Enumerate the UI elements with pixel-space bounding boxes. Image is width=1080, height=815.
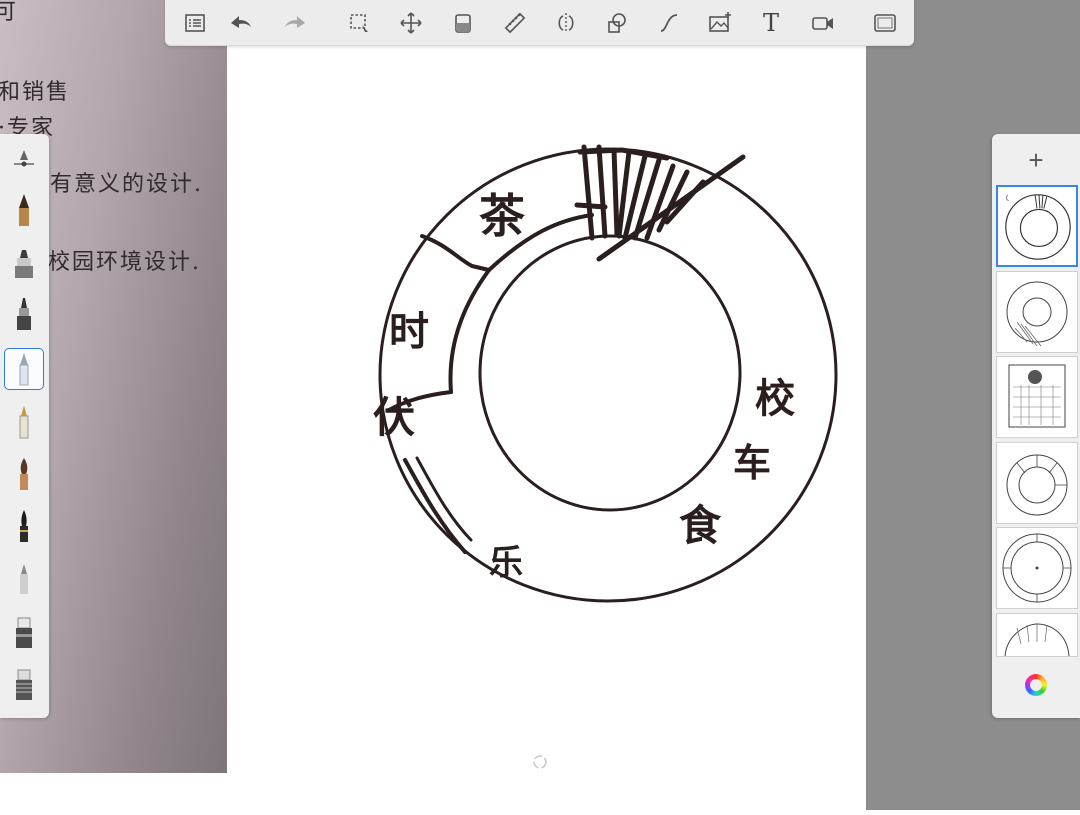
felt-pen-icon[interactable] bbox=[6, 294, 42, 334]
photo-note-line: 有意义的设计. bbox=[50, 172, 203, 197]
sketch-label: 车 bbox=[733, 440, 771, 485]
layers-panel: + bbox=[992, 134, 1080, 718]
shape-icon[interactable] bbox=[602, 8, 632, 38]
brush-palette bbox=[0, 134, 49, 718]
sync-indicator-icon bbox=[533, 755, 547, 769]
paint-brush-icon[interactable] bbox=[6, 454, 42, 494]
pencil-icon[interactable] bbox=[6, 190, 42, 230]
photo-note-line: 可 bbox=[0, 0, 19, 25]
marker-icon[interactable] bbox=[6, 242, 42, 282]
symmetry-icon[interactable] bbox=[551, 8, 581, 38]
layer-preview bbox=[1005, 194, 1071, 260]
video-icon[interactable] bbox=[808, 8, 838, 38]
layer-thumbnail[interactable] bbox=[996, 613, 1078, 657]
eraser-icon[interactable] bbox=[6, 612, 42, 652]
drawing-canvas[interactable]: 茶 时 伏 校 车 食 乐 bbox=[227, 0, 866, 810]
sketch-label: 乐 bbox=[489, 543, 523, 583]
add-layer-button[interactable]: + bbox=[1022, 145, 1050, 175]
photo-note-line: 和销售 bbox=[0, 80, 71, 105]
curve-icon[interactable] bbox=[654, 8, 684, 38]
layer-thumbnail[interactable] bbox=[996, 185, 1078, 267]
airbrush-icon[interactable] bbox=[6, 558, 42, 598]
undo-icon[interactable] bbox=[226, 8, 256, 38]
layer-thumbnail[interactable] bbox=[996, 442, 1078, 524]
layer-thumbnail[interactable] bbox=[996, 271, 1078, 353]
layer-thumbnail[interactable] bbox=[996, 527, 1078, 609]
fill-icon[interactable] bbox=[448, 8, 478, 38]
layer-preview bbox=[1008, 364, 1066, 428]
hatched-section bbox=[574, 144, 746, 262]
selection-icon[interactable] bbox=[345, 8, 375, 38]
text-tool-label: T bbox=[762, 9, 779, 37]
photo-note-line: 校园环境设计. bbox=[48, 250, 201, 275]
sketch-label: 时 bbox=[389, 308, 429, 355]
soft-eraser-icon[interactable] bbox=[6, 664, 42, 704]
top-toolbar: T bbox=[165, 0, 914, 46]
image-icon[interactable] bbox=[705, 8, 735, 38]
list-icon[interactable] bbox=[180, 8, 210, 38]
ink-brush-icon[interactable] bbox=[6, 506, 42, 546]
layer-preview bbox=[1002, 533, 1072, 603]
sketch-label: 伏 bbox=[373, 393, 415, 442]
bottom-strip bbox=[0, 773, 227, 810]
sketch-label: 校 bbox=[755, 375, 795, 422]
layer-preview bbox=[1004, 623, 1070, 656]
text-icon[interactable]: T bbox=[756, 8, 786, 38]
fountain-pen-icon[interactable] bbox=[6, 402, 42, 442]
layer-preview bbox=[1006, 281, 1068, 347]
redo-icon[interactable] bbox=[280, 8, 310, 38]
transform-icon[interactable] bbox=[396, 8, 426, 38]
brush-size-icon[interactable] bbox=[6, 138, 42, 178]
ruler-icon[interactable] bbox=[500, 8, 530, 38]
inner-ring bbox=[478, 234, 742, 512]
color-wheel-icon[interactable] bbox=[1025, 674, 1047, 696]
ballpoint-pen-icon[interactable] bbox=[4, 348, 44, 390]
fullscreen-icon[interactable] bbox=[870, 8, 900, 38]
sketch-label: 茶 bbox=[479, 189, 526, 243]
sketch-drawing: 茶 时 伏 校 车 食 乐 bbox=[373, 144, 838, 603]
layer-preview bbox=[1006, 454, 1068, 516]
sketch-label: 食 bbox=[679, 501, 722, 550]
layer-thumbnail[interactable] bbox=[996, 356, 1078, 438]
